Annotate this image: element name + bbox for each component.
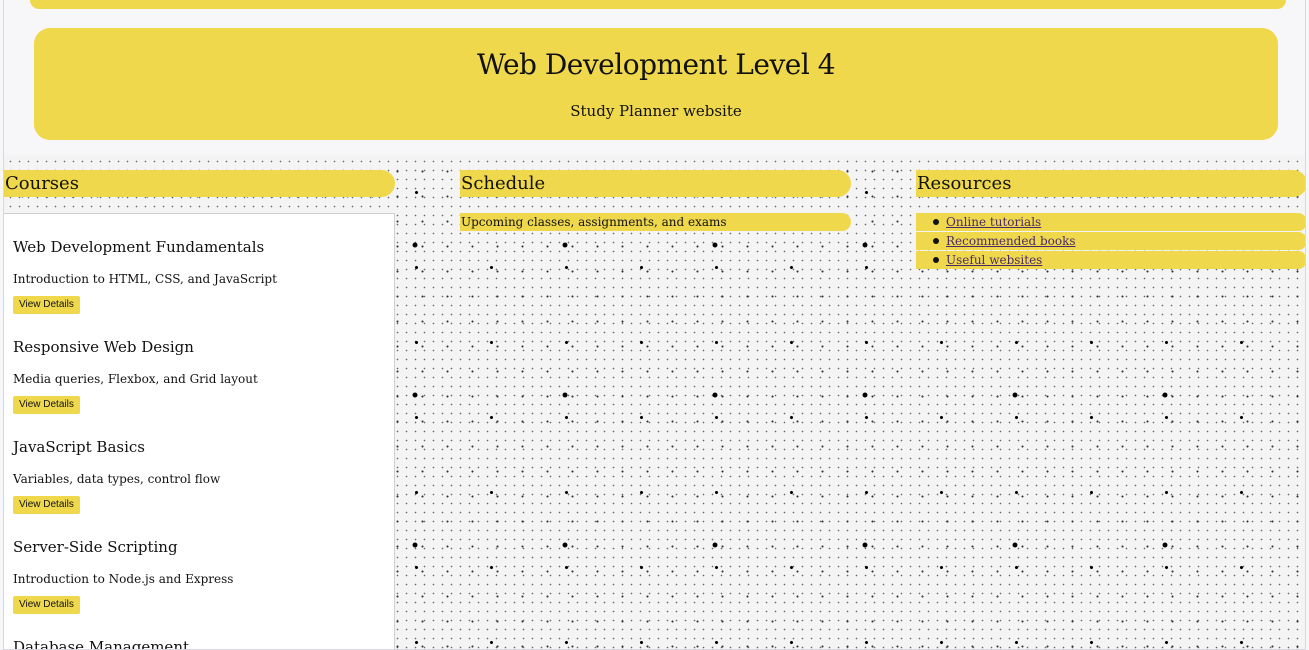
- view-details-button[interactable]: View Details: [13, 596, 80, 614]
- course-description: Introduction to HTML, CSS, and JavaScrip…: [13, 272, 277, 286]
- list-item: Online tutorials: [916, 213, 1305, 231]
- view-details-button[interactable]: View Details: [13, 396, 80, 414]
- resources-heading: Resources: [916, 170, 1305, 197]
- course-title: JavaScript Basics: [13, 438, 145, 456]
- list-item: Useful websites: [916, 251, 1305, 269]
- resources-list: Online tutorials Recommended books Usefu…: [916, 213, 1305, 270]
- course-title: Web Development Fundamentals: [13, 238, 265, 256]
- bullet-icon: [933, 219, 939, 225]
- list-item: Recommended books: [916, 232, 1305, 250]
- page-frame: Web Development Level 4 Study Planner we…: [3, 0, 1306, 650]
- course-description: Media queries, Flexbox, and Grid layout: [13, 372, 258, 386]
- link-online-tutorials[interactable]: Online tutorials: [946, 215, 1041, 229]
- page-title: Web Development Level 4: [476, 48, 836, 81]
- course-description: Introduction to Node.js and Express: [13, 572, 234, 586]
- schedule-item: Upcoming classes, assignments, and exams: [460, 213, 851, 231]
- page-subtitle: Study Planner website: [570, 102, 742, 120]
- bullet-icon: [933, 257, 939, 263]
- courses-heading: Courses: [4, 170, 395, 197]
- course-title: Database Management: [13, 638, 190, 650]
- schedule-heading: Schedule: [460, 170, 851, 197]
- view-details-button[interactable]: View Details: [13, 496, 80, 514]
- top-strip: [30, 0, 1286, 9]
- site-header: Web Development Level 4 Study Planner we…: [34, 28, 1278, 140]
- view-details-button[interactable]: View Details: [13, 296, 80, 314]
- course-title: Responsive Web Design: [13, 338, 194, 356]
- bullet-icon: [933, 238, 939, 244]
- courses-list[interactable]: Web Development Fundamentals Introductio…: [4, 213, 395, 650]
- link-recommended-books[interactable]: Recommended books: [946, 234, 1076, 248]
- course-title: Server-Side Scripting: [13, 538, 178, 556]
- course-description: Variables, data types, control flow: [13, 472, 221, 486]
- link-useful-websites[interactable]: Useful websites: [946, 253, 1042, 267]
